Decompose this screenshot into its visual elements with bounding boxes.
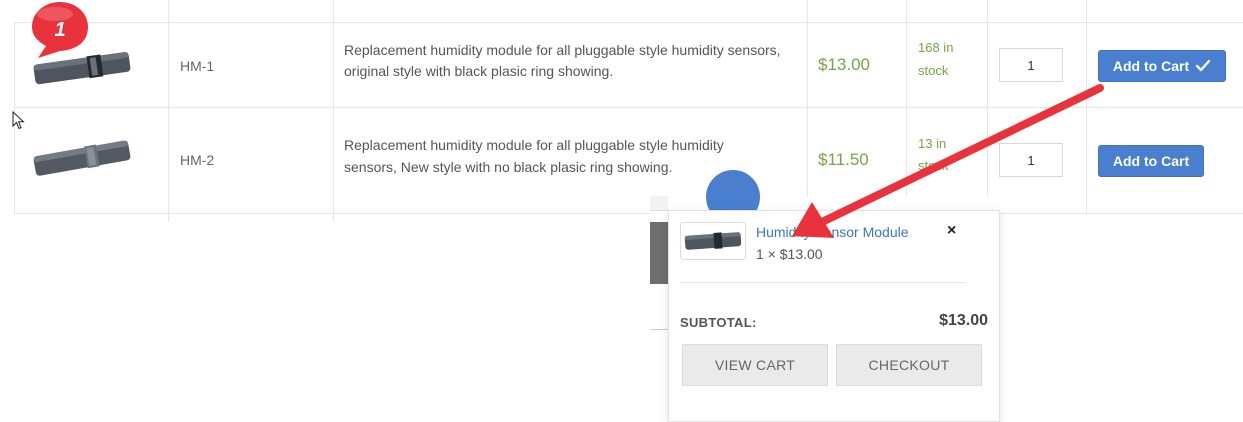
step-marker-1: 1 [32,2,88,58]
annotation-arrow [792,84,1104,238]
mouse-pointer-icon [12,111,25,130]
annotation-overlay: 1 [32,2,1104,238]
step-marker-number: 1 [54,19,65,41]
